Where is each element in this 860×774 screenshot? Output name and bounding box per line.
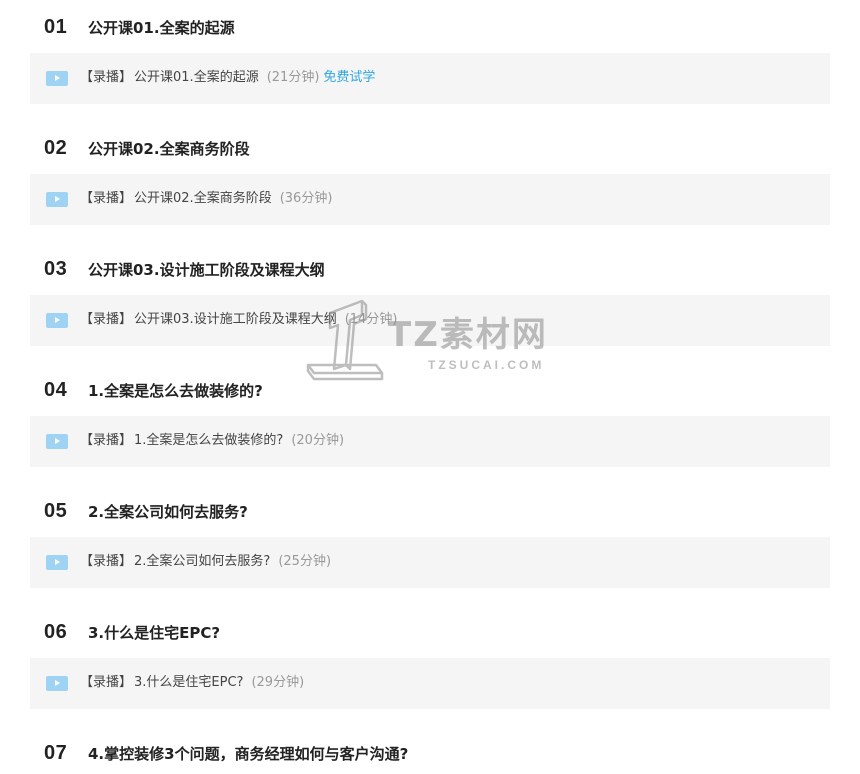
play-video-icon <box>46 313 68 328</box>
lesson-item[interactable]: 【录播】 公开课03.设计施工阶段及课程大纲 (14分钟) <box>30 295 830 346</box>
lesson-tag: 【录播】 <box>80 433 133 448</box>
play-video-icon <box>46 71 68 86</box>
lesson-text: 【录播】 公开课01.全案的起源 (21分钟) 免费试学 <box>80 69 375 87</box>
lesson-item[interactable]: 【录播】 1.全案是怎么去做装修的? (20分钟) <box>30 416 830 467</box>
lesson-text: 【录播】 1.全案是怎么去做装修的? (20分钟) <box>80 432 344 450</box>
lesson-item[interactable]: 【录播】 公开课01.全案的起源 (21分钟) 免费试学 <box>30 53 830 104</box>
lesson-text: 【录播】 2.全案公司如何去服务? (25分钟) <box>80 553 331 571</box>
lesson-duration: (36分钟) <box>279 191 333 206</box>
chapter-title: 3.什么是住宅EPC? <box>88 624 221 642</box>
lesson-tag: 【录播】 <box>80 191 133 206</box>
play-video-icon <box>46 676 68 691</box>
lesson-item[interactable]: 【录播】 3.什么是住宅EPC? (29分钟) <box>30 658 830 709</box>
chapter-title: 公开课03.设计施工阶段及课程大纲 <box>88 261 325 279</box>
chapter-number: 01 <box>44 16 68 38</box>
lesson-title[interactable]: 3.什么是住宅EPC? <box>134 675 243 690</box>
chapter-title: 公开课02.全案商务阶段 <box>88 140 250 158</box>
chapter-header: 04 1.全案是怎么去做装修的? <box>0 371 860 411</box>
chapter-title: 公开课01.全案的起源 <box>88 19 235 37</box>
chapter-header: 03 公开课03.设计施工阶段及课程大纲 <box>0 250 860 290</box>
lesson-item[interactable]: 【录播】 公开课02.全案商务阶段 (36分钟) <box>30 174 830 225</box>
lesson-tag: 【录播】 <box>80 554 133 569</box>
lesson-title[interactable]: 公开课02.全案商务阶段 <box>134 191 272 206</box>
watermark-subtext: TZSUCAI.COM <box>428 358 545 372</box>
lesson-title[interactable]: 公开课01.全案的起源 <box>134 70 259 85</box>
lesson-title[interactable]: 2.全案公司如何去服务? <box>134 554 270 569</box>
lesson-text: 【录播】 公开课02.全案商务阶段 (36分钟) <box>80 190 332 208</box>
chapter-header: 07 4.掌控装修3个问题，商务经理如何与客户沟通? <box>0 734 860 774</box>
lesson-duration: (25分钟) <box>278 554 332 569</box>
play-video-icon <box>46 192 68 207</box>
lesson-tag: 【录播】 <box>80 70 133 85</box>
lesson-title[interactable]: 1.全案是怎么去做装修的? <box>134 433 283 448</box>
chapter-number: 05 <box>44 500 68 522</box>
lesson-title[interactable]: 公开课03.设计施工阶段及课程大纲 <box>134 312 337 327</box>
lesson-tag: 【录播】 <box>80 312 133 327</box>
chapter-number: 04 <box>44 379 68 401</box>
lesson-text: 【录播】 3.什么是住宅EPC? (29分钟) <box>80 674 304 692</box>
lesson-duration: (21分钟) <box>266 70 320 85</box>
chapter-header: 05 2.全案公司如何去服务? <box>0 492 860 532</box>
chapter-number: 07 <box>44 742 68 764</box>
lesson-duration: (14分钟) <box>344 312 398 327</box>
lesson-duration: (20分钟) <box>291 433 345 448</box>
lesson-item[interactable]: 【录播】 2.全案公司如何去服务? (25分钟) <box>30 537 830 588</box>
chapter-header: 02 公开课02.全案商务阶段 <box>0 129 860 169</box>
chapter-title: 4.掌控装修3个问题，商务经理如何与客户沟通? <box>88 745 409 763</box>
chapter-number: 06 <box>44 621 68 643</box>
chapter-title: 2.全案公司如何去服务? <box>88 503 248 521</box>
chapter-header: 06 3.什么是住宅EPC? <box>0 613 860 653</box>
chapter-number: 03 <box>44 258 68 280</box>
chapter-number: 02 <box>44 137 68 159</box>
play-video-icon <box>46 555 68 570</box>
lesson-duration: (29分钟) <box>251 675 305 690</box>
free-trial-link[interactable]: 免费试学 <box>323 70 375 85</box>
chapter-title: 1.全案是怎么去做装修的? <box>88 382 263 400</box>
chapter-header: 01 公开课01.全案的起源 <box>0 8 860 48</box>
lesson-text: 【录播】 公开课03.设计施工阶段及课程大纲 (14分钟) <box>80 311 397 329</box>
lesson-tag: 【录播】 <box>80 675 133 690</box>
play-video-icon <box>46 434 68 449</box>
